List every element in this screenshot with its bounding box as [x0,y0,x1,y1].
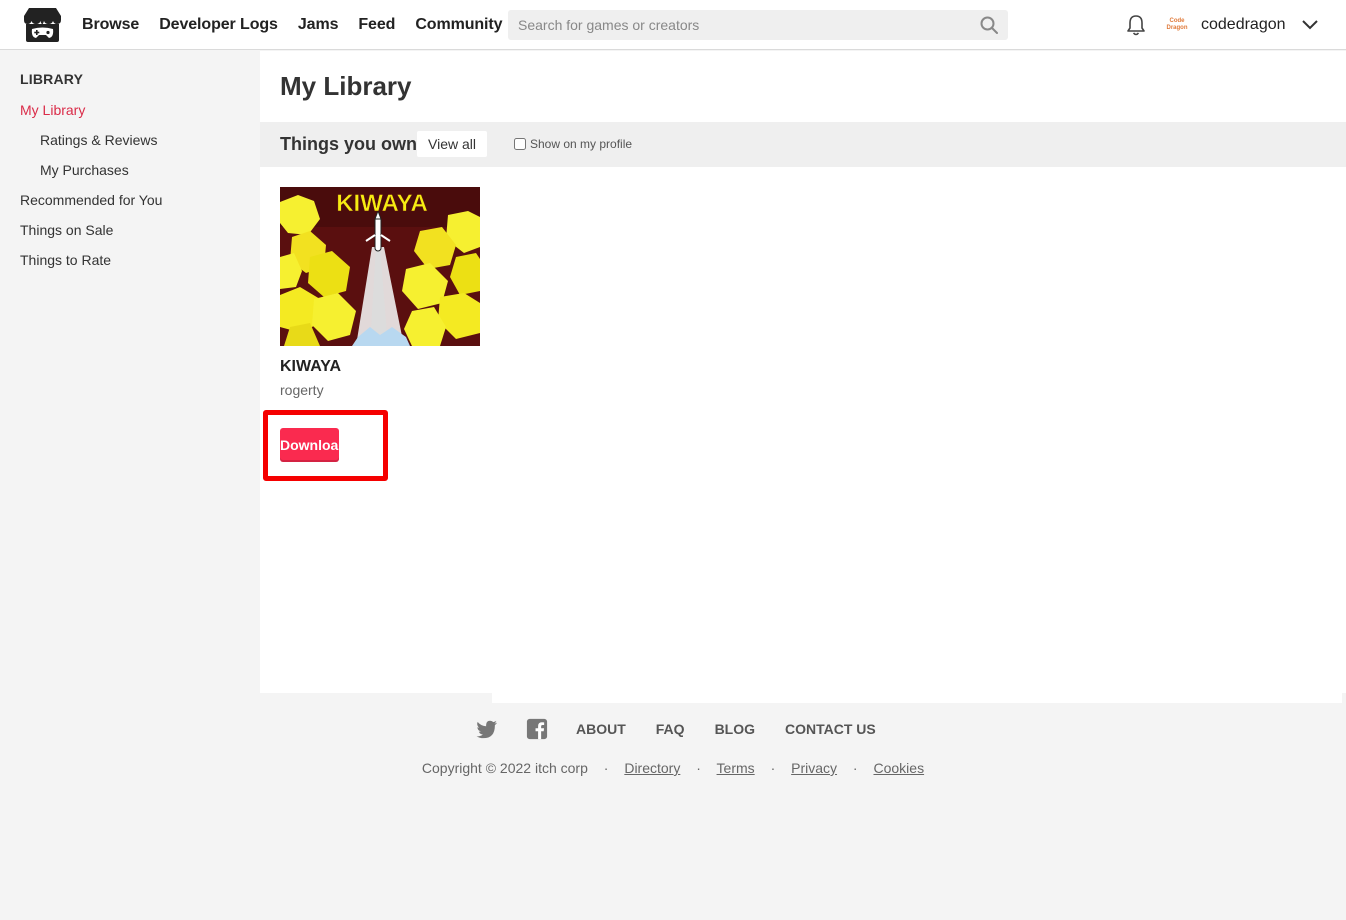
show-on-profile-checkbox[interactable] [514,138,526,150]
top-header: Browse Developer Logs Jams Feed Communit… [0,0,1346,50]
username: codedragon [1201,16,1286,33]
footer-blog-link[interactable]: BLOG [715,721,755,737]
itchio-logo-icon[interactable] [23,7,62,43]
avatar: Code Dragon [1166,18,1188,31]
search-box [508,10,1008,40]
privacy-link[interactable]: Privacy [791,760,837,776]
main-nav: Browse Developer Logs Jams Feed Communit… [82,0,522,50]
footer-about-link[interactable]: ABOUT [576,721,626,737]
sidebar-item-ratings-reviews[interactable]: Ratings & Reviews [40,132,158,148]
separator: · [852,760,858,776]
show-on-profile-toggle[interactable]: Show on my profile [514,137,632,151]
separator: · [770,760,776,776]
search-input[interactable] [508,10,968,40]
chevron-down-icon[interactable] [1301,20,1318,30]
footer-copyright: Copyright © 2022 itch corp · Directory ·… [0,760,1346,776]
library-sidebar: LIBRARY My Library Ratings & Reviews My … [0,51,260,693]
game-thumbnail[interactable]: KIWAYA [280,187,480,346]
user-menu[interactable]: Code Dragon codedragon [1162,12,1318,38]
copyright-text: Copyright © 2022 itch corp [421,760,588,776]
bell-icon[interactable] [1126,14,1146,36]
sidebar-item-recommended[interactable]: Recommended for You [20,192,162,208]
show-on-profile-label: Show on my profile [530,137,633,151]
twitter-icon[interactable] [476,718,498,740]
sidebar-item-my-library[interactable]: My Library [20,102,85,118]
nav-browse[interactable]: Browse [82,16,139,34]
nav-feed[interactable]: Feed [358,16,395,34]
nav-developer-logs[interactable]: Developer Logs [159,16,278,34]
facebook-icon[interactable] [526,718,548,740]
game-cell: KIWAYA KIWAYA rogerty [280,187,480,398]
terms-link[interactable]: Terms [717,760,755,776]
sidebar-item-things-on-sale[interactable]: Things on Sale [20,222,113,238]
nav-jams[interactable]: Jams [298,16,339,34]
thumbnail-title: KIWAYA [336,190,428,217]
directory-link[interactable]: Directory [624,760,680,776]
nav-community[interactable]: Community [415,16,502,34]
game-author[interactable]: rogerty [280,382,480,398]
footer-links: ABOUT FAQ BLOG CONTACT US [476,717,906,741]
game-title[interactable]: KIWAYA [280,358,480,376]
download-button[interactable]: Download [280,428,347,462]
sidebar-item-my-purchases[interactable]: My Purchases [40,162,129,178]
view-all-button[interactable]: View all [417,131,487,157]
page-title: My Library [280,71,412,101]
main-content: My Library Things you own View all Show … [260,51,1346,693]
section-title: Things you own [280,134,417,154]
separator: · [696,760,701,776]
footer-contact-link[interactable]: CONTACT US [785,721,876,737]
owned-section-header: Things you own View all Show on my profi… [260,122,1346,167]
sidebar-heading: LIBRARY [20,71,84,87]
cookies-link[interactable]: Cookies [873,760,924,776]
footer-faq-link[interactable]: FAQ [656,721,685,737]
content-bottom-strip [492,693,1342,703]
separator: · [603,760,609,776]
search-icon[interactable] [980,16,998,34]
sidebar-item-things-to-rate[interactable]: Things to Rate [20,252,111,268]
